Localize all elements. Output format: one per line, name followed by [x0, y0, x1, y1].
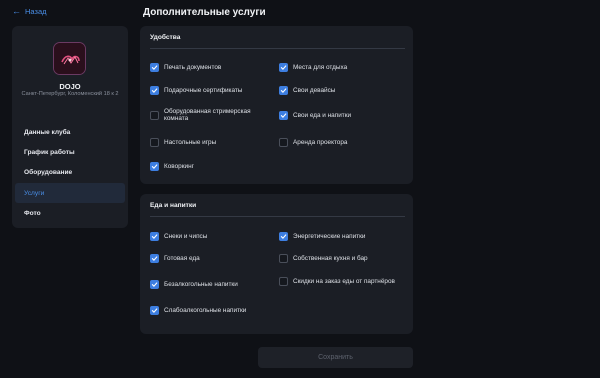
- checkbox[interactable]: [279, 254, 288, 263]
- checkmark-icon: [151, 308, 158, 313]
- option-label: Свои девайсы: [293, 86, 336, 94]
- checkbox[interactable]: [150, 306, 159, 315]
- checkbox[interactable]: [150, 110, 159, 120]
- option-partner-food-discounts[interactable]: Скидки на заказ еды от партнёров: [279, 277, 405, 286]
- checkbox[interactable]: [279, 277, 288, 286]
- option-gift-certificates[interactable]: Подарочные сертификаты: [150, 86, 242, 95]
- checkbox[interactable]: [150, 63, 159, 72]
- checkmark-icon: [151, 256, 158, 261]
- option-label: Скидки на заказ еды от партнёров: [293, 277, 395, 285]
- checkmark-icon: [151, 164, 158, 169]
- back-label: Назад: [25, 7, 47, 16]
- sidebar-nav: Данные клуба График работы Оборудование …: [15, 122, 125, 224]
- amenities-card: Удобства Печать документов Места для отд…: [140, 26, 413, 184]
- checkmark-icon: [280, 234, 287, 239]
- option-snacks-chips[interactable]: Снеки и чипсы: [150, 232, 207, 241]
- checkbox[interactable]: [150, 280, 159, 289]
- option-own-kitchen-bar[interactable]: Собственная кухня и бар: [279, 254, 368, 263]
- checkbox[interactable]: [150, 138, 159, 147]
- checkmark-icon: [151, 88, 158, 93]
- option-own-devices[interactable]: Свои девайсы: [279, 86, 335, 95]
- checkbox[interactable]: [150, 232, 159, 241]
- option-streaming-room[interactable]: Оборудованная стримерская комната: [150, 108, 270, 123]
- food-drinks-card: Еда и напитки Снеки и чипсы Энергетическ…: [140, 194, 413, 334]
- club-address: Санкт-Петербург, Коломенский 18 к 2: [21, 91, 119, 97]
- checkbox[interactable]: [279, 86, 288, 95]
- arrow-left-icon: ←: [12, 6, 21, 16]
- sidebar-item-schedule[interactable]: График работы: [15, 142, 125, 162]
- back-link[interactable]: ← Назад: [12, 6, 47, 17]
- checkmark-icon: [151, 282, 158, 287]
- option-own-food-drinks[interactable]: Свои еда и напитки: [279, 111, 351, 120]
- divider: [150, 216, 405, 217]
- option-label: Аренда проектора: [293, 138, 348, 146]
- checkbox[interactable]: [279, 63, 288, 72]
- option-label: Собственная кухня и бар: [293, 254, 368, 262]
- option-label: Слабоалкогольные напитки: [164, 306, 247, 314]
- club-logo: [53, 42, 86, 75]
- divider: [150, 48, 405, 49]
- club-name: DOJO: [59, 82, 81, 91]
- checkbox[interactable]: [150, 86, 159, 95]
- sidebar-item-services[interactable]: Услуги: [15, 183, 125, 204]
- option-coworking[interactable]: Коворкинг: [150, 162, 194, 171]
- checkbox[interactable]: [279, 232, 288, 241]
- option-label: Оборудованная стримерская комната: [164, 108, 251, 123]
- checkbox[interactable]: [150, 254, 159, 263]
- option-label: Свои еда и напитки: [293, 111, 352, 119]
- option-board-games[interactable]: Настольные игры: [150, 138, 216, 147]
- option-label: Готовая еда: [164, 254, 200, 262]
- page-title: Дополнительные услуги: [143, 7, 266, 18]
- checkmark-icon: [151, 65, 158, 70]
- option-label: Места для отдыха: [293, 63, 348, 71]
- checkbox[interactable]: [279, 138, 288, 147]
- checkbox[interactable]: [150, 162, 159, 171]
- option-low-alcohol-drinks[interactable]: Слабоалкогольные напитки: [150, 306, 246, 315]
- checkmark-icon: [280, 113, 287, 118]
- sidebar-item-photo[interactable]: Фото: [15, 204, 125, 224]
- option-label: Снеки и чипсы: [164, 232, 208, 240]
- option-label: Подарочные сертификаты: [164, 86, 243, 94]
- checkmark-icon: [280, 65, 287, 70]
- sidebar-item-club-data[interactable]: Данные клуба: [15, 122, 125, 142]
- checkbox[interactable]: [279, 111, 288, 120]
- option-energy-drinks[interactable]: Энергетические напитки: [279, 232, 365, 241]
- option-projector-rental[interactable]: Аренда проектора: [279, 138, 347, 147]
- save-button[interactable]: Сохранить: [258, 347, 413, 368]
- club-sidebar: DOJO Санкт-Петербург, Коломенский 18 к 2…: [12, 26, 128, 228]
- amenities-title: Удобства: [150, 34, 181, 41]
- option-label: Коворкинг: [164, 162, 194, 170]
- option-label: Настольные игры: [164, 138, 217, 146]
- checkmark-icon: [151, 234, 158, 239]
- option-soft-drinks[interactable]: Безалкогольные напитки: [150, 280, 238, 289]
- checkmark-icon: [280, 88, 287, 93]
- option-label: Безалкогольные напитки: [164, 280, 238, 288]
- option-label: Энергетические напитки: [293, 232, 366, 240]
- sidebar-item-equipment[interactable]: Оборудование: [15, 163, 125, 183]
- dojo-logo-icon: [54, 43, 85, 74]
- option-document-printing[interactable]: Печать документов: [150, 63, 221, 72]
- option-rest-areas[interactable]: Места для отдыха: [279, 63, 347, 72]
- option-label: Печать документов: [164, 63, 222, 71]
- food-title: Еда и напитки: [150, 202, 197, 209]
- option-ready-food[interactable]: Готовая еда: [150, 254, 200, 263]
